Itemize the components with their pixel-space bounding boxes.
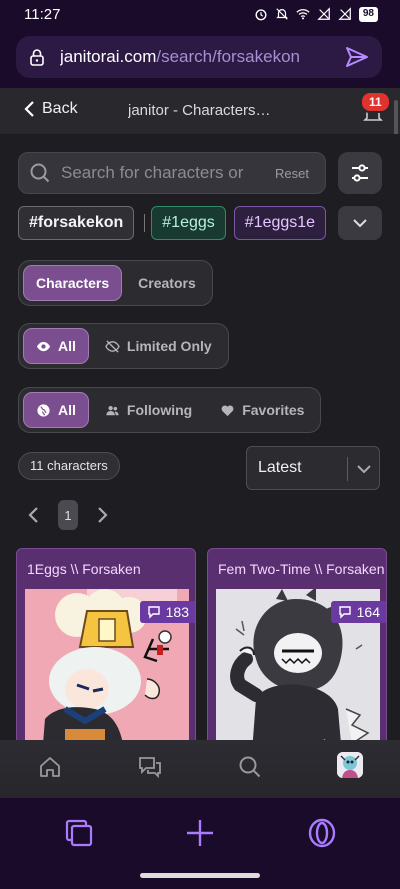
search-icon <box>30 163 50 183</box>
users-icon <box>106 405 119 415</box>
url-host: janitorai.com <box>60 47 157 66</box>
toggle-all-limit-label: All <box>58 338 76 354</box>
message-count-badge: 164 <box>330 601 386 623</box>
chat-icon <box>147 606 160 619</box>
chat-icon[interactable] <box>137 754 163 780</box>
chevron-right-icon[interactable] <box>92 505 112 525</box>
expand-tags-button[interactable] <box>338 206 382 240</box>
back-label: Back <box>42 100 78 117</box>
tag-chip[interactable]: #1eggs1e <box>233 206 327 240</box>
toggle-all-limit[interactable]: All <box>23 328 89 364</box>
results-count: 11 characters <box>18 452 120 480</box>
main-content: Reset #forsakekon #1eggs#1eggs1e Characte… <box>0 134 400 740</box>
notification-badge[interactable]: 11 <box>360 91 391 113</box>
status-time: 11:27 <box>24 5 61 23</box>
toggle-all-scope-label: All <box>58 402 76 418</box>
status-icons: 98 <box>254 6 378 22</box>
toggle-characters[interactable]: Characters <box>23 265 123 301</box>
plus-icon[interactable] <box>185 818 215 848</box>
chevron-down-icon <box>357 465 371 474</box>
search-box[interactable]: Reset <box>18 152 326 194</box>
tag-chip[interactable]: #1eggs <box>151 206 226 240</box>
reset-button[interactable]: Reset <box>275 166 309 181</box>
sliders-icon <box>352 164 368 182</box>
url-path: /search/forsakekon <box>156 47 301 66</box>
url-bar[interactable]: janitorai.com/search/forsakekon <box>16 36 382 78</box>
type-toggle: Characters Creators <box>18 260 213 306</box>
chevron-left-icon[interactable] <box>24 505 44 525</box>
search-icon[interactable] <box>237 754 263 780</box>
toggle-following-label: Following <box>126 402 193 418</box>
eye-icon <box>36 341 51 351</box>
toggle-limited-only[interactable]: Limited Only <box>93 328 224 364</box>
send-icon[interactable] <box>344 44 370 70</box>
sort-selected-label: Latest <box>258 459 302 476</box>
message-count: 164 <box>356 604 380 620</box>
signal-off-icon-2 <box>338 7 351 20</box>
alarm-icon <box>255 9 267 21</box>
card-title: 1Eggs \\ Forsaken <box>27 561 141 577</box>
heart-icon <box>221 405 234 416</box>
globe-icon <box>37 403 50 417</box>
url-text[interactable]: janitorai.com/search/forsakekon <box>60 47 336 67</box>
toggle-all-scope[interactable]: All <box>23 392 89 428</box>
page-header: Back janitor - Characters… <box>0 88 400 134</box>
lock-icon <box>30 49 44 66</box>
avatar[interactable] <box>337 752 363 778</box>
toggle-favorites-label: Favorites <box>242 402 305 418</box>
filter-settings-button[interactable] <box>338 152 382 194</box>
limit-toggle: All Limited Only <box>18 323 229 369</box>
back-button[interactable]: Back <box>24 100 78 118</box>
search-input[interactable] <box>61 163 271 183</box>
tabs-icon[interactable] <box>64 818 94 848</box>
opera-menu-icon[interactable] <box>307 818 337 848</box>
sort-select[interactable]: Latest <box>246 446 380 490</box>
toggle-favorites[interactable]: Favorites <box>208 392 316 428</box>
mute-icon <box>276 8 288 20</box>
scope-toggle: All Following Favorites <box>18 387 322 433</box>
toggle-following[interactable]: Following <box>93 392 204 428</box>
home-icon[interactable] <box>37 754 63 780</box>
status-bar: 11:27 98 <box>0 0 400 28</box>
chat-icon <box>338 606 351 619</box>
home-indicator[interactable] <box>140 873 260 878</box>
toggle-limited-only-label: Limited Only <box>126 338 212 354</box>
page-title: janitor - Characters… <box>128 102 271 119</box>
card-title: Fem Two-Time \\ Forsaken <box>218 561 385 577</box>
toggle-creators[interactable]: Creators <box>126 265 208 301</box>
tag-chip[interactable]: #forsakekon <box>18 206 135 240</box>
battery-indicator: 98 <box>358 6 378 22</box>
character-card[interactable]: Fem Two-Time \\ Forsaken 164 <box>207 548 387 740</box>
page-number[interactable]: 1 <box>58 500 78 530</box>
wifi-icon <box>296 9 310 20</box>
chevron-down-icon <box>353 219 367 228</box>
tags-row: #forsakekon #1eggs #1eggs1e <box>18 206 338 242</box>
select-divider <box>347 457 348 481</box>
message-count: 183 <box>165 604 189 620</box>
chevron-left-icon <box>24 101 34 117</box>
character-card[interactable]: 1Eggs \\ Forsaken 183 <box>16 548 196 740</box>
tag-separator <box>144 214 146 232</box>
browser-toolbar: janitorai.com/search/forsakekon <box>0 28 400 88</box>
avatar-image <box>337 752 363 778</box>
site-bottom-nav <box>0 740 400 798</box>
pagination: 1 <box>24 500 112 530</box>
message-count-badge: 183 <box>139 601 195 623</box>
signal-off-icon <box>317 7 330 20</box>
eye-off-icon <box>105 339 120 353</box>
